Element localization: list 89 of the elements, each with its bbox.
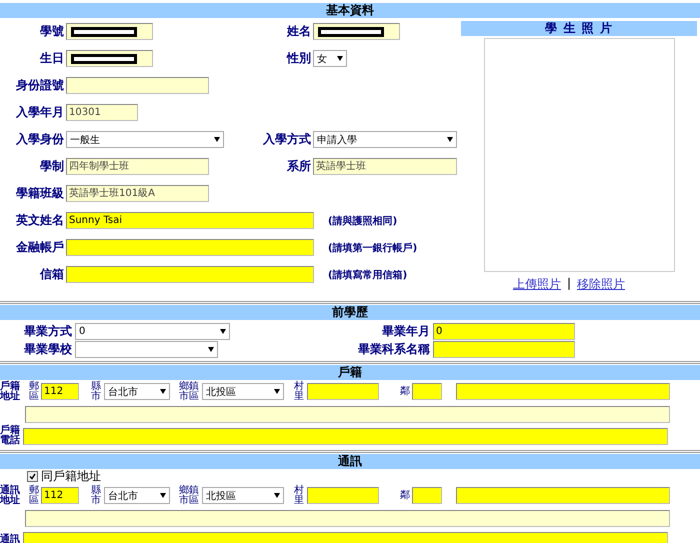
field-label: 畢業科系名稱 bbox=[357, 340, 430, 358]
field-label: 戶籍電話 bbox=[0, 426, 20, 446]
field-label: 入學身份 bbox=[15, 131, 64, 148]
input-field[interactable] bbox=[456, 487, 670, 504]
input-field[interactable]: Sunny Tsai bbox=[66, 212, 314, 229]
field-label: 鄉鎮市區 bbox=[179, 486, 199, 506]
input-field[interactable] bbox=[307, 487, 379, 504]
dropdown[interactable]: 北投區 bbox=[202, 487, 284, 504]
panel-header: 學 生 照 片 bbox=[461, 21, 697, 36]
input-field[interactable]: 0 bbox=[433, 322, 575, 340]
field-label: 村里 bbox=[294, 486, 304, 506]
redaction-bar bbox=[71, 54, 137, 64]
caret-icon bbox=[220, 328, 226, 334]
section-header: 通訊 bbox=[0, 454, 700, 469]
input-field[interactable] bbox=[313, 23, 400, 40]
readonly-field: 英語學士班101級A bbox=[66, 185, 209, 202]
remove-link[interactable]: 移除照片 bbox=[577, 276, 626, 293]
field-label: 畢業方式 bbox=[23, 322, 72, 340]
caret-icon bbox=[208, 346, 214, 352]
input-field[interactable] bbox=[66, 239, 314, 256]
field-label: 畢業年月 bbox=[381, 322, 430, 340]
redaction-bar bbox=[71, 26, 137, 36]
input-field[interactable] bbox=[412, 487, 442, 504]
caret-icon bbox=[274, 389, 280, 394]
field-label: 鄰 bbox=[400, 386, 410, 396]
input-field[interactable] bbox=[25, 510, 670, 526]
dropdown[interactable]: 台北市 bbox=[104, 487, 170, 504]
hint-text: (請填第一銀行帳戶) bbox=[328, 242, 418, 254]
caret-icon bbox=[160, 389, 166, 394]
caret-icon bbox=[447, 137, 453, 142]
section-header: 前學歷 bbox=[0, 305, 700, 320]
input-field[interactable] bbox=[307, 383, 379, 400]
field-label: 英文姓名 bbox=[15, 212, 64, 229]
field-label: 姓名 bbox=[286, 23, 311, 40]
dropdown[interactable]: 台北市 bbox=[104, 383, 170, 400]
input-field[interactable] bbox=[433, 340, 575, 358]
field-label: 生日 bbox=[38, 50, 64, 67]
readonly-field: 英語學士班 bbox=[313, 158, 457, 175]
field-label: 身份證號 bbox=[15, 77, 64, 94]
field-label: 畢業學校 bbox=[23, 340, 72, 358]
input-field[interactable] bbox=[23, 428, 668, 444]
field-label: 入學方式 bbox=[262, 131, 311, 148]
upload-link[interactable]: 上傳照片 bbox=[512, 276, 561, 293]
dropdown[interactable]: 女 bbox=[313, 50, 347, 67]
readonly-field: 10301 bbox=[66, 104, 138, 121]
redaction-bar bbox=[318, 26, 384, 36]
readonly-field: 四年制學士班 bbox=[66, 158, 209, 175]
input-field[interactable] bbox=[66, 266, 314, 283]
separator-text: | bbox=[566, 276, 572, 292]
input-field[interactable] bbox=[66, 23, 153, 40]
field-label: 縣市 bbox=[91, 486, 101, 506]
field-label: 村里 bbox=[294, 382, 304, 402]
field-label: 鄰 bbox=[400, 490, 410, 500]
caret-icon bbox=[337, 56, 343, 61]
caret-icon bbox=[160, 493, 166, 498]
field-label: 性別 bbox=[286, 50, 311, 67]
field-label: 鄉鎮市區 bbox=[179, 382, 199, 402]
field-label: 縣市 bbox=[91, 382, 101, 402]
field-label: 戶籍地址 bbox=[0, 382, 20, 402]
input-field[interactable] bbox=[25, 406, 670, 422]
dropdown[interactable]: 北投區 bbox=[202, 383, 284, 400]
hint-text: (請與護照相同) bbox=[328, 214, 398, 228]
field-label: 金融帳戶 bbox=[15, 239, 64, 256]
input-field[interactable]: 112 bbox=[41, 487, 79, 504]
dropdown[interactable]: 一般生 bbox=[66, 131, 224, 148]
caret-icon bbox=[214, 137, 220, 142]
field-label: 學號 bbox=[39, 23, 64, 40]
section-header: 基本資料 bbox=[0, 3, 700, 18]
field-label: 學籍班級 bbox=[15, 185, 64, 202]
dropdown[interactable]: 0 bbox=[75, 322, 230, 340]
field-label: 入學年月 bbox=[15, 104, 64, 121]
section-header: 戶籍 bbox=[0, 365, 700, 380]
caret-icon bbox=[274, 493, 280, 498]
field-label: 通訊地址 bbox=[0, 486, 20, 506]
dropdown[interactable]: 申請入學 bbox=[313, 131, 457, 148]
field-label: 郵區 bbox=[29, 382, 39, 402]
hint-text: (請填寫常用信箱) bbox=[328, 268, 408, 282]
input-field[interactable] bbox=[66, 50, 153, 67]
input-field[interactable] bbox=[66, 77, 209, 94]
field-label: 學制 bbox=[39, 158, 64, 175]
field-label: 郵區 bbox=[29, 486, 39, 506]
field-label: 系所 bbox=[286, 158, 311, 175]
checkbox-label: 同戶籍地址 bbox=[41, 468, 101, 485]
field-label: 信箱 bbox=[38, 266, 64, 283]
input-field[interactable]: 112 bbox=[41, 383, 79, 400]
input-field[interactable] bbox=[456, 383, 670, 400]
checkbox[interactable] bbox=[27, 471, 38, 482]
input-field[interactable] bbox=[412, 383, 442, 400]
dropdown[interactable] bbox=[75, 340, 218, 358]
